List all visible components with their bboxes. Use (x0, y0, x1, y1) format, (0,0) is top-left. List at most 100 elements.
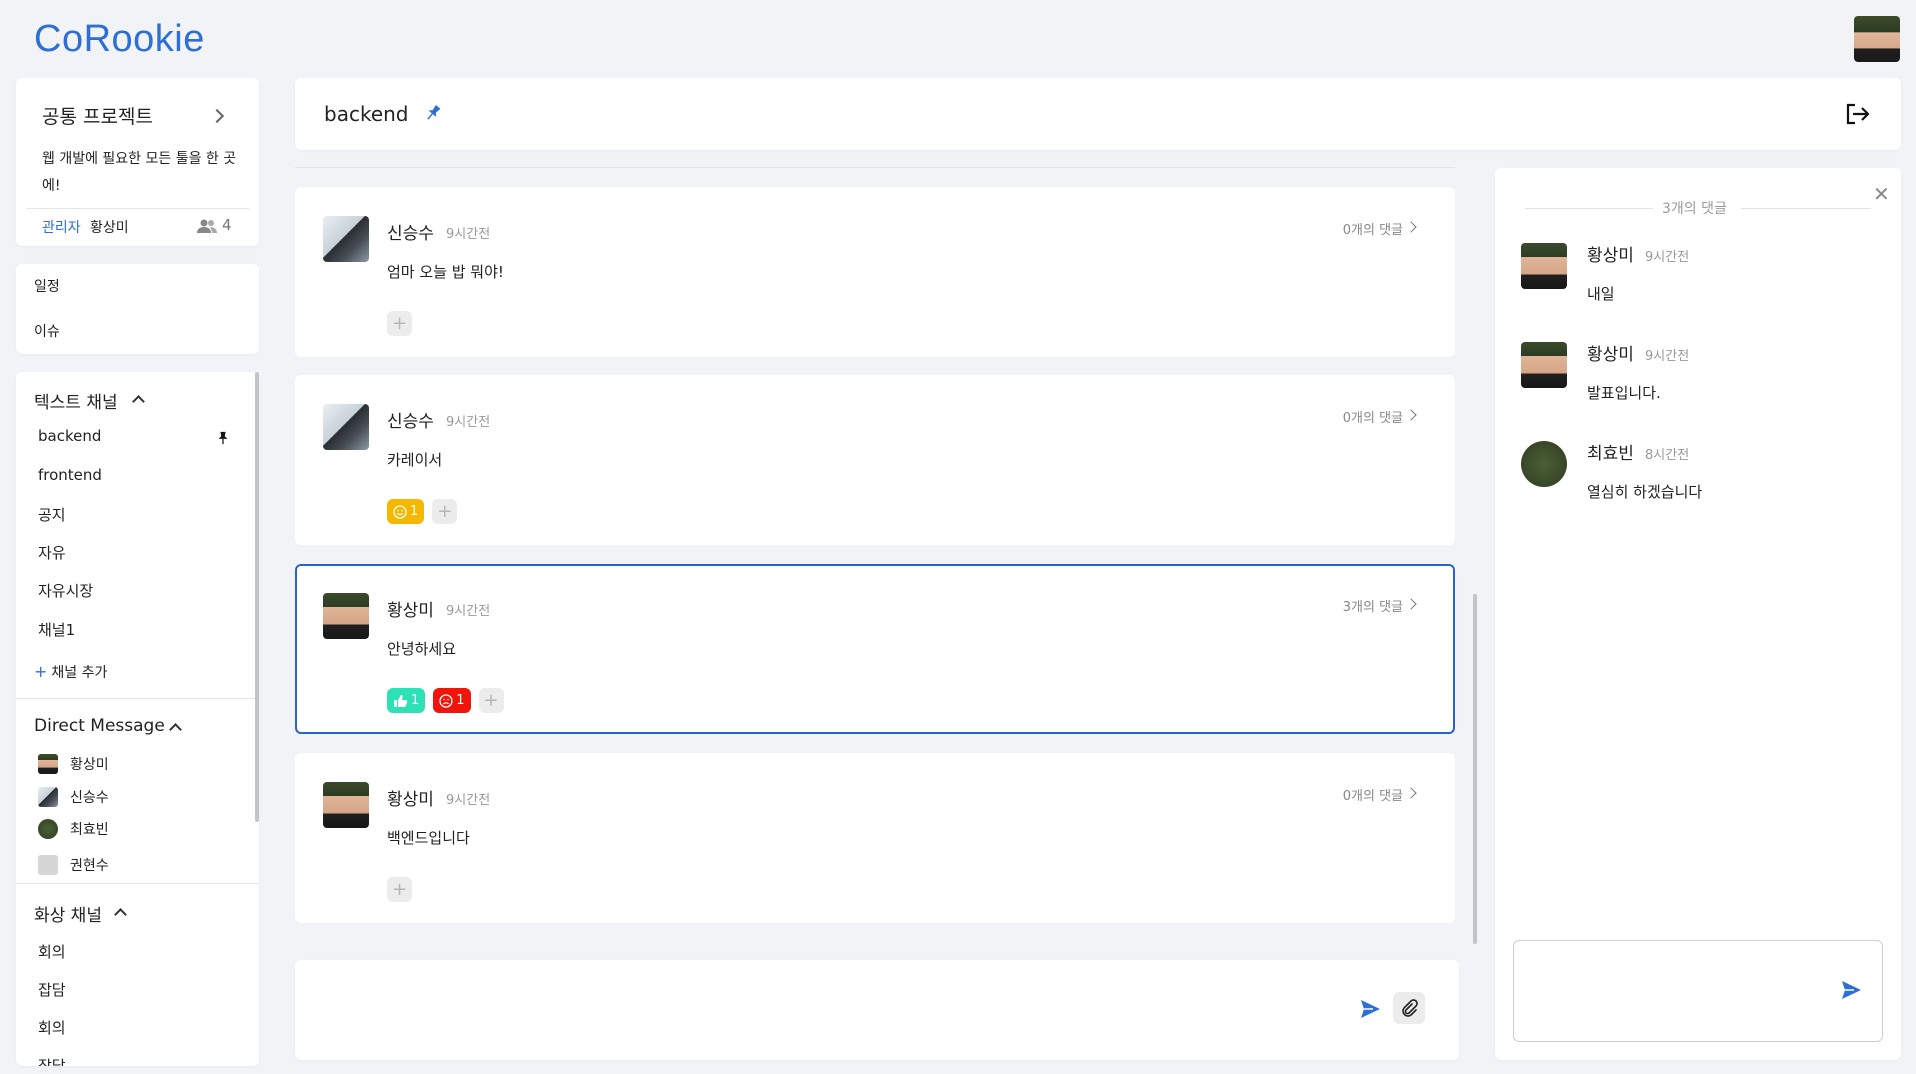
avatar (323, 404, 369, 450)
sad-icon (439, 693, 453, 708)
message-text: 카레이서 (387, 451, 443, 469)
reaction-count: 1 (456, 693, 465, 708)
reaction-sad[interactable]: 1 (433, 688, 471, 713)
add-reaction-button[interactable]: + (387, 877, 412, 902)
message-time: 9시간전 (446, 227, 491, 242)
voice-channel-item[interactable]: 회의 (38, 1017, 66, 1038)
comment-text: 열심히 하겠습니다 (1587, 483, 1703, 501)
close-icon[interactable]: ✕ (1873, 182, 1890, 206)
menu-item-schedule[interactable]: 일정 (34, 276, 60, 296)
voice-channel-item[interactable]: 회의 (38, 941, 66, 962)
avatar (1521, 243, 1567, 289)
message-time: 9시간전 (446, 793, 491, 808)
chevron-up-icon[interactable] (114, 908, 127, 921)
thumbs-up-icon (394, 694, 408, 707)
comment-time: 8시간전 (1645, 448, 1690, 463)
paperclip-icon (1402, 999, 1418, 1017)
channel-item[interactable]: 공지 (38, 504, 66, 525)
pin-icon[interactable] (424, 104, 442, 122)
attach-button[interactable] (1393, 992, 1425, 1024)
divider (295, 167, 1455, 168)
message-text: 엄마 오늘 밥 뭐야! (387, 263, 504, 281)
voice-channel-item[interactable]: 잡담 (38, 1055, 66, 1066)
channel-item[interactable]: backend (38, 427, 101, 445)
divider (26, 208, 249, 209)
smile-icon (393, 504, 407, 519)
message-card[interactable]: 신승수 9시간전 엄마 오늘 밥 뭐야! 0개의 댓글 + (295, 187, 1455, 357)
comment-input[interactable] (1513, 940, 1883, 1042)
user-avatar[interactable] (1854, 16, 1900, 62)
voice-channel-item[interactable]: 잡담 (38, 979, 66, 1000)
dm-item[interactable]: 최효빈 (38, 819, 109, 839)
channel-header: backend (295, 78, 1901, 150)
chevron-right-icon[interactable] (209, 108, 225, 124)
menu-item-issues[interactable]: 이슈 (34, 321, 60, 341)
admin-name: 황상미 (90, 220, 129, 236)
add-channel-button[interactable]: + 채널 추가 (34, 662, 107, 682)
reaction-count: 1 (411, 693, 420, 708)
voice-channels-title[interactable]: 화상 채널 (34, 901, 102, 926)
divider (1525, 208, 1653, 209)
send-icon[interactable] (1840, 979, 1862, 1001)
pin-icon[interactable] (216, 431, 230, 445)
add-reaction-button[interactable]: + (387, 311, 412, 336)
avatar (323, 593, 369, 639)
comment-author: 황상미 (1587, 246, 1634, 266)
divider (16, 698, 259, 699)
message-author: 신승수 (387, 224, 434, 244)
dm-item[interactable]: 신승수 (38, 787, 109, 807)
comments-link[interactable]: 0개의 댓글 (1343, 407, 1403, 426)
thread-comment-count: 3개의 댓글 (1662, 201, 1727, 217)
sidebar-scrollbar[interactable] (255, 372, 259, 822)
reaction-count: 1 (410, 504, 419, 519)
members-icon[interactable] (196, 218, 218, 234)
dm-name: 황상미 (70, 757, 109, 773)
reaction-thumbs-up[interactable]: 1 (387, 688, 426, 713)
add-reaction-button[interactable]: + (478, 688, 504, 713)
comments-link[interactable]: 3개의 댓글 (1343, 596, 1403, 615)
chevron-up-icon[interactable] (169, 723, 182, 736)
message-author: 황상미 (387, 790, 434, 810)
message-composer[interactable] (295, 960, 1459, 1060)
message-card[interactable]: 황상미 9시간전 백엔드입니다 0개의 댓글 + (295, 753, 1455, 923)
messages-scrollbar[interactable] (1473, 594, 1477, 944)
chevron-right-icon[interactable] (1405, 598, 1417, 610)
comments-link[interactable]: 0개의 댓글 (1343, 219, 1403, 238)
chevron-right-icon[interactable] (1405, 221, 1417, 233)
exit-icon[interactable] (1843, 100, 1871, 128)
dm-name: 최효빈 (70, 822, 109, 838)
dm-item[interactable]: 황상미 (38, 754, 109, 774)
add-reaction-button[interactable]: + (432, 499, 458, 524)
comment-time: 9시간전 (1645, 250, 1690, 265)
avatar (38, 855, 58, 875)
add-channel-label: 채널 추가 (51, 665, 108, 681)
message-author: 황상미 (387, 601, 434, 621)
chevron-up-icon[interactable] (132, 395, 145, 408)
message-card[interactable]: 신승수 9시간전 카레이서 0개의 댓글 1 + (295, 375, 1455, 545)
channel-item[interactable]: 채널1 (38, 619, 75, 640)
dm-title[interactable]: Direct Message (34, 716, 165, 736)
channel-list: 텍스트 채널 backend frontend 공지 자유 자유시장 채널1 +… (16, 372, 259, 1066)
dm-item[interactable]: 권현수 (38, 855, 109, 875)
channel-item[interactable]: 자유 (38, 542, 66, 563)
chevron-right-icon[interactable] (1405, 787, 1417, 799)
avatar (38, 819, 58, 839)
divider (1741, 208, 1871, 209)
channel-item[interactable]: frontend (38, 466, 102, 484)
comment-text: 내일 (1587, 285, 1615, 303)
avatar (38, 754, 58, 774)
avatar (1521, 441, 1567, 487)
comment-text: 발표입니다. (1587, 384, 1661, 402)
message-card-selected[interactable]: 황상미 9시간전 안녕하세요 3개의 댓글 1 1 + (295, 564, 1455, 734)
reaction-smile[interactable]: 1 (387, 499, 425, 524)
avatar (1521, 342, 1567, 388)
channel-item[interactable]: 자유시장 (38, 580, 93, 601)
send-icon[interactable] (1359, 998, 1381, 1020)
app-logo[interactable]: CoRookie (34, 18, 205, 61)
admin-label: 관리자 (42, 220, 81, 236)
dm-name: 신승수 (70, 790, 109, 806)
text-channels-title[interactable]: 텍스트 채널 (34, 388, 118, 413)
project-title[interactable]: 공통 프로젝트 (42, 102, 153, 129)
comments-link[interactable]: 0개의 댓글 (1343, 785, 1403, 804)
chevron-right-icon[interactable] (1405, 409, 1417, 421)
